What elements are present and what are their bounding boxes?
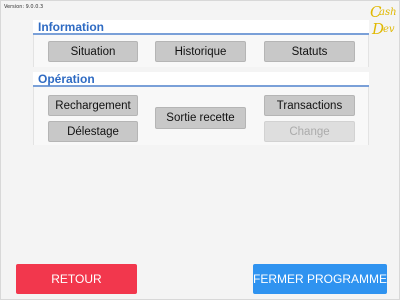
operation-section-title: Opération — [38, 72, 95, 86]
retour-button[interactable]: RETOUR — [16, 264, 137, 294]
logo-text-top: ash — [379, 7, 397, 18]
transactions-button[interactable]: Transactions — [264, 95, 355, 116]
change-button[interactable]: Change — [264, 121, 355, 142]
historique-button[interactable]: Historique — [155, 41, 246, 62]
version-label: Version: 9.0.0.3 — [4, 4, 44, 10]
fermer-programme-button[interactable]: FERMER PROGRAMME — [253, 264, 387, 294]
logo-text-bottom: ev — [383, 24, 395, 35]
information-section-header: Information — [33, 20, 369, 35]
sortie-recette-button[interactable]: Sortie recette — [155, 107, 246, 129]
statuts-button[interactable]: Statuts — [264, 41, 355, 62]
situation-button[interactable]: Situation — [48, 41, 138, 62]
information-section-title: Information — [38, 20, 104, 34]
delestage-button[interactable]: Délestage — [48, 121, 138, 142]
screen: Version: 9.0.0.3 C ash D ev Information … — [0, 0, 400, 300]
cashdev-logo: C ash D ev — [369, 3, 400, 37]
operation-section-header: Opération — [33, 72, 369, 87]
rechargement-button[interactable]: Rechargement — [48, 95, 138, 116]
